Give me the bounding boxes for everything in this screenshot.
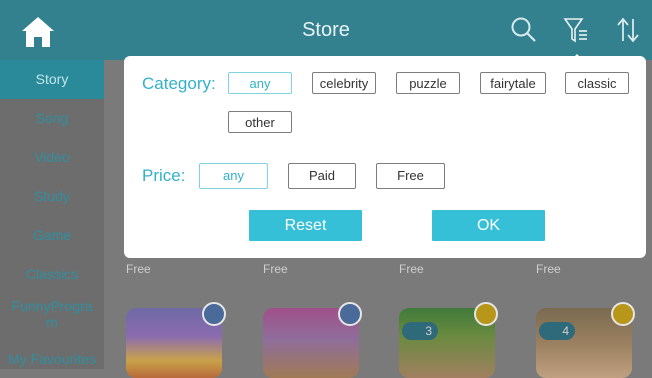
price-option-paid[interactable]: Paid <box>288 163 356 189</box>
sidebar-item-song[interactable]: Song <box>0 99 104 138</box>
sort-button[interactable] <box>612 14 644 46</box>
price-option-any[interactable]: any <box>199 163 268 189</box>
sort-icon <box>617 17 639 43</box>
search-button[interactable] <box>508 14 540 46</box>
lock-icon <box>338 302 362 326</box>
item-count-badge: 3 <box>402 322 438 340</box>
price-option-free[interactable]: Free <box>376 163 445 189</box>
item-count-badge: 4 <box>539 322 575 340</box>
category-option-puzzle[interactable]: puzzle <box>396 72 460 94</box>
sidebar-item-my-favourites[interactable]: My Favourites <box>0 344 104 374</box>
sidebar-item-video[interactable]: Video <box>0 138 104 177</box>
home-icon <box>22 17 54 47</box>
bike-icon <box>474 302 498 326</box>
filter-dialog: Category: any celebrity puzzle fairytale… <box>124 56 646 258</box>
sidebar-item-game[interactable]: Game <box>0 216 104 255</box>
category-option-other[interactable]: other <box>228 111 292 133</box>
category-option-celebrity[interactable]: celebrity <box>312 72 376 94</box>
category-label: Category: <box>142 74 216 93</box>
filter-button[interactable] <box>560 14 592 46</box>
page-title: Store <box>302 19 350 41</box>
item-price: Free <box>399 262 424 276</box>
item-price: Free <box>263 262 288 276</box>
category-option-any[interactable]: any <box>228 72 292 94</box>
top-bar: Store <box>0 0 652 63</box>
sidebar-item-funnyprogram[interactable]: FunnyProgram <box>0 294 104 344</box>
search-icon <box>511 17 536 42</box>
bike-icon <box>611 302 635 326</box>
lock-icon <box>202 302 226 326</box>
category-option-classic[interactable]: classic <box>565 72 629 94</box>
sidebar-item-classics[interactable]: Classics <box>0 255 104 294</box>
reset-button[interactable]: Reset <box>249 210 362 241</box>
item-price: Free <box>536 262 561 276</box>
category-option-fairytale[interactable]: fairytale <box>480 72 546 94</box>
sidebar-item-study[interactable]: Study <box>0 177 104 216</box>
category-sidebar: Story Song Video Study Game Classics Fun… <box>0 60 104 369</box>
price-label: Price: <box>142 166 186 185</box>
ok-button[interactable]: OK <box>432 210 545 241</box>
item-price: Free <box>126 262 151 276</box>
filter-icon <box>563 18 587 43</box>
home-button[interactable] <box>18 14 58 50</box>
sidebar-item-story[interactable]: Story <box>0 60 104 99</box>
